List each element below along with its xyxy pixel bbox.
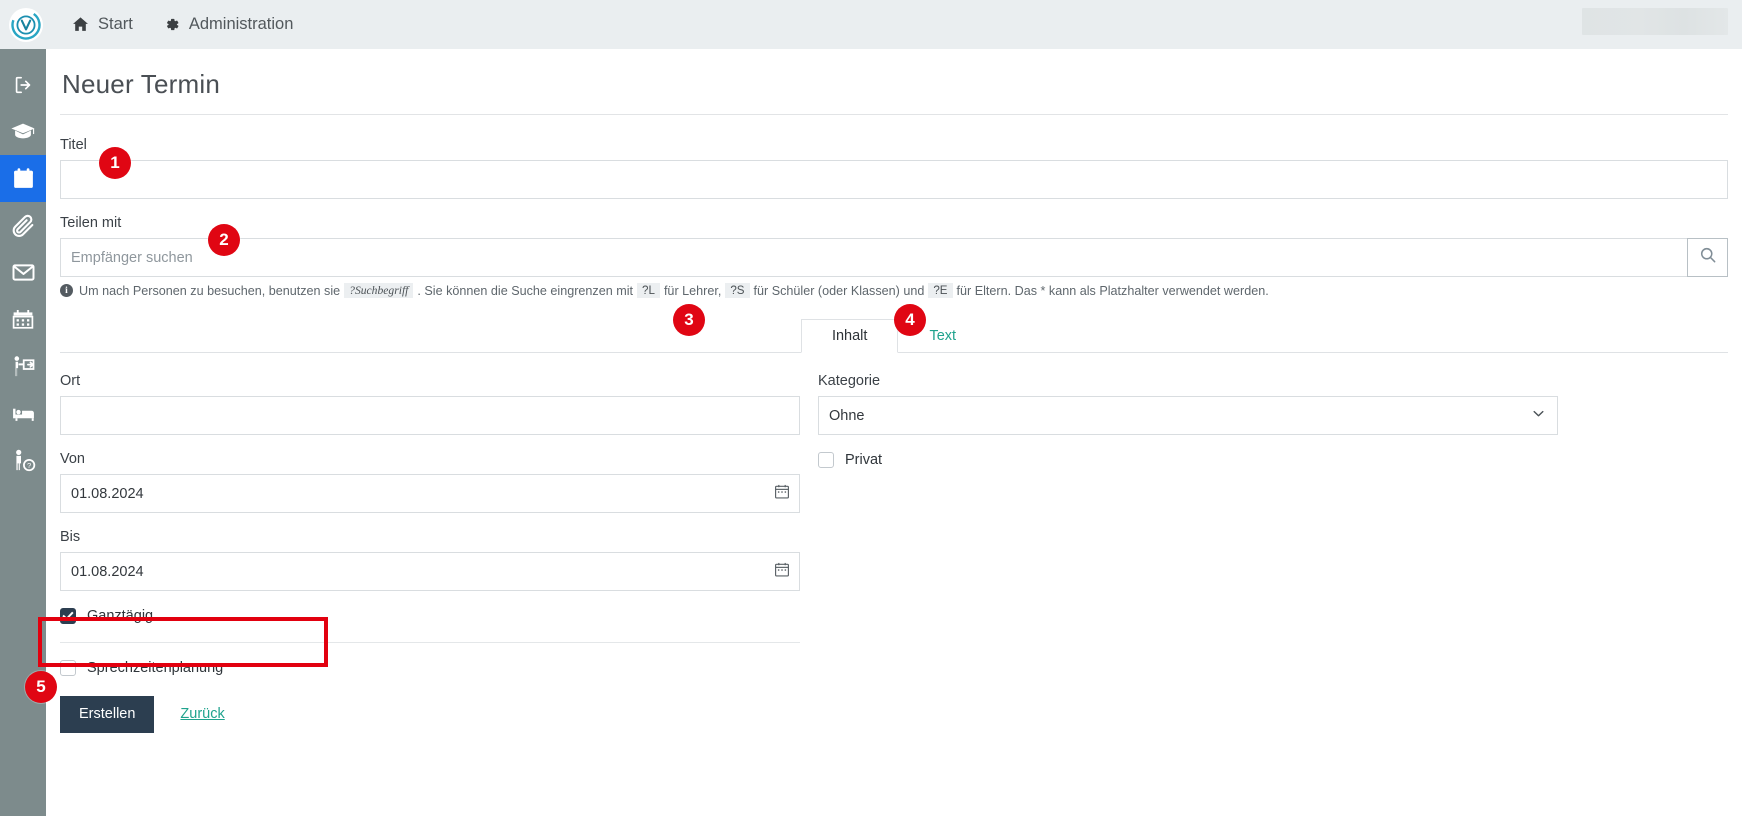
hint-part-3: für Lehrer, xyxy=(663,283,722,298)
left-column: Ort Von Bis xyxy=(60,373,800,733)
von-input[interactable] xyxy=(60,474,800,513)
kategorie-field: Ohne xyxy=(818,396,1558,435)
title-divider xyxy=(60,114,1728,115)
top-bar: Start Administration xyxy=(0,0,1742,49)
sidebar-item-boarding[interactable] xyxy=(0,390,46,437)
logout-icon xyxy=(12,74,34,96)
privat-label: Privat xyxy=(845,452,883,468)
hint-code-schueler: ?S xyxy=(725,283,750,298)
app-root: Start Administration ? Neuer Termin Tite… xyxy=(0,0,1742,816)
action-row: Erstellen Zurück xyxy=(60,696,800,733)
erstellen-button[interactable]: Erstellen xyxy=(60,696,155,733)
sidebar-item-calendar[interactable] xyxy=(0,155,46,202)
person-question-icon: ? xyxy=(11,448,36,473)
annotation-badge-3: 3 xyxy=(673,304,705,336)
form-columns: Ort Von Bis xyxy=(60,373,1728,733)
ort-input[interactable] xyxy=(60,396,800,435)
page-title: Neuer Termin xyxy=(62,69,220,99)
hint-code-suchbegriff: ?Suchbegriff xyxy=(344,283,414,298)
teilen-mit-input[interactable] xyxy=(60,238,1687,277)
search-hint: i Um nach Personen zu besuchen, benutzen… xyxy=(60,283,1728,298)
annotation-badge-4: 4 xyxy=(894,304,926,336)
sidebar-item-messages[interactable] xyxy=(0,249,46,296)
privat-checkbox[interactable] xyxy=(818,452,834,468)
nav-item-start-label: Start xyxy=(98,15,133,34)
ganztaegig-label: Ganztägig xyxy=(87,608,154,624)
right-column: Kategorie Ohne Privat xyxy=(818,373,1558,733)
presenter-icon xyxy=(11,354,36,379)
titel-label: Titel xyxy=(60,137,87,153)
ort-label: Ort xyxy=(60,373,81,389)
sprechzeitenplanung-label: Sprechzeitenplanung xyxy=(87,660,224,676)
hint-code-lehrer: ?L xyxy=(637,283,660,298)
privat-row[interactable]: Privat xyxy=(818,452,1558,468)
recipient-search-button[interactable] xyxy=(1687,238,1728,277)
teilen-mit-label: Teilen mit xyxy=(60,215,122,231)
envelope-icon xyxy=(11,260,36,285)
app-logo-icon xyxy=(11,9,41,40)
calendar-grid-icon xyxy=(11,308,35,332)
nav-item-start[interactable]: Start xyxy=(72,16,133,33)
annotation-badge-2: 2 xyxy=(208,224,240,256)
annotation-badge-1: 1 xyxy=(99,147,131,179)
sprechzeitenplanung-row[interactable]: Sprechzeitenplanung xyxy=(60,660,800,676)
paperclip-icon xyxy=(11,213,36,238)
sidebar-item-logout[interactable] xyxy=(0,61,46,108)
von-label: Von xyxy=(60,451,85,467)
zurueck-link[interactable]: Zurück xyxy=(180,706,224,722)
hint-part-4: für Schüler (oder Klassen) und xyxy=(753,283,925,298)
teilen-mit-row xyxy=(60,238,1728,277)
von-field xyxy=(60,474,800,513)
ganztaegig-row[interactable]: Ganztägig xyxy=(60,608,800,624)
nav-item-administration-label: Administration xyxy=(188,15,294,34)
tab-inhalt[interactable]: Inhalt xyxy=(800,318,899,353)
sidebar-item-graduation[interactable] xyxy=(0,108,46,155)
gear-icon xyxy=(163,16,180,33)
search-icon xyxy=(1699,246,1717,269)
calendar-filled-icon xyxy=(11,166,36,191)
app-logo[interactable] xyxy=(0,0,52,49)
titel-input[interactable] xyxy=(60,160,1728,199)
graduation-cap-icon xyxy=(10,119,36,145)
kategorie-select[interactable]: Ohne xyxy=(818,396,1558,435)
sprechzeitenplanung-checkbox[interactable] xyxy=(60,660,76,676)
bis-input[interactable] xyxy=(60,552,800,591)
hint-code-eltern: ?E xyxy=(928,283,953,298)
sidebar-item-teaching[interactable] xyxy=(0,343,46,390)
info-icon: i xyxy=(60,284,73,297)
svg-text:?: ? xyxy=(26,461,30,470)
bis-field xyxy=(60,552,800,591)
hint-part-2: . Sie können die Suche eingrenzen mit xyxy=(417,283,634,298)
nav-item-administration[interactable]: Administration xyxy=(163,15,294,34)
sidebar-item-person-help[interactable]: ? xyxy=(0,437,46,484)
annotation-badge-5: 5 xyxy=(25,671,57,703)
ganztaegig-checkbox[interactable] xyxy=(60,608,76,624)
bis-label: Bis xyxy=(60,529,81,545)
kategorie-label: Kategorie xyxy=(818,373,881,389)
section-divider xyxy=(60,642,800,643)
bed-icon xyxy=(11,401,36,426)
sidebar-item-attachments[interactable] xyxy=(0,202,46,249)
hint-part-1: Um nach Personen zu besuchen, benutzen s… xyxy=(79,283,341,298)
hint-part-5: für Eltern. Das * kann als Platzhalter v… xyxy=(956,283,1269,298)
top-navigation: Start Administration xyxy=(72,16,293,33)
sidebar-item-schedule[interactable] xyxy=(0,296,46,343)
main-content: Neuer Termin Titel Teilen mit i Um nach … xyxy=(46,49,1742,816)
home-icon xyxy=(72,16,89,33)
redacted-user-area[interactable] xyxy=(1582,8,1728,35)
